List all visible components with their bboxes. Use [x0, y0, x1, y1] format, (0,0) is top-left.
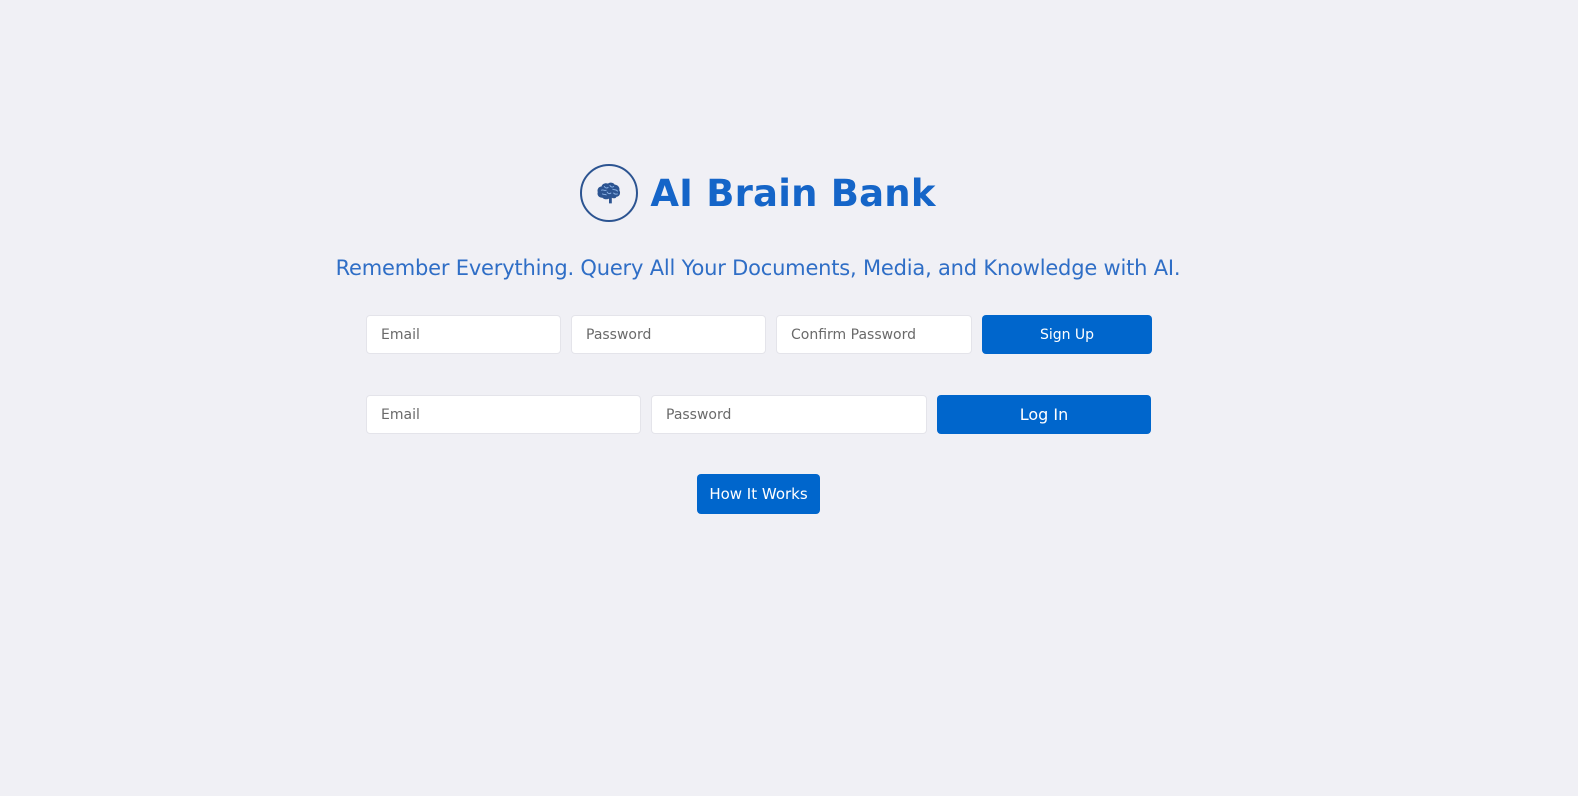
- login-form: Log In: [366, 395, 1151, 434]
- how-it-works-button[interactable]: How It Works: [697, 474, 820, 514]
- header: AI Brain Bank: [0, 163, 1516, 223]
- login-password-field[interactable]: [651, 395, 927, 434]
- landing-page: AI Brain Bank Remember Everything. Query…: [0, 0, 1578, 796]
- login-email-field[interactable]: [366, 395, 641, 434]
- signup-email-field[interactable]: [366, 315, 561, 354]
- page-title: AI Brain Bank: [650, 171, 936, 215]
- sign-up-button[interactable]: Sign Up: [982, 315, 1152, 354]
- tagline: Remember Everything. Query All Your Docu…: [335, 256, 1181, 280]
- logo: [580, 164, 639, 222]
- log-in-button[interactable]: Log In: [937, 395, 1151, 434]
- signup-form: Sign Up: [366, 315, 1152, 354]
- signup-password-field[interactable]: [571, 315, 766, 354]
- brain-icon: [597, 182, 621, 204]
- signup-confirm-password-field[interactable]: [776, 315, 972, 354]
